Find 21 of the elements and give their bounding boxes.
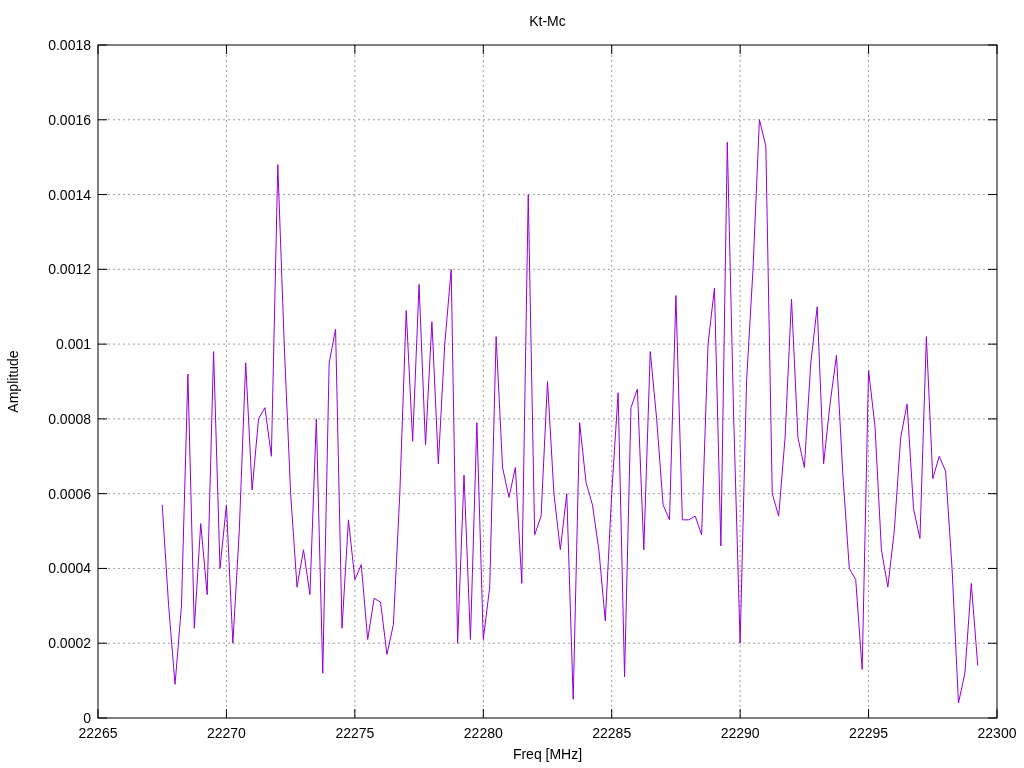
axis-label: Freq [MHz]: [512, 746, 583, 762]
tick-label: 0.0014: [48, 186, 91, 203]
tick-label: 22295: [849, 725, 889, 741]
tick-label: 22300: [977, 725, 1017, 741]
chart-title: Kt-Mc: [529, 13, 566, 29]
tick-label: 0.0008: [48, 410, 91, 427]
tick-label: 22285: [592, 725, 632, 741]
tick-label: 22270: [206, 725, 246, 741]
tick-label: 0.0016: [48, 111, 91, 128]
tick-label: 0.0002: [48, 635, 91, 652]
tick-label: 0.0004: [48, 560, 91, 577]
tick-label: 0.001: [55, 336, 91, 353]
tick-label: 22275: [335, 725, 375, 741]
tick-label: 0.0012: [48, 261, 91, 278]
tick-label: 22280: [463, 725, 503, 741]
tick-label: 0.0006: [48, 485, 91, 502]
tick-label: 0: [83, 710, 91, 726]
axis-label: Amplitude: [5, 350, 21, 413]
tick-label: 22265: [78, 725, 118, 741]
tick-label: 0.0018: [48, 37, 91, 53]
tick-label: 22290: [720, 725, 760, 741]
